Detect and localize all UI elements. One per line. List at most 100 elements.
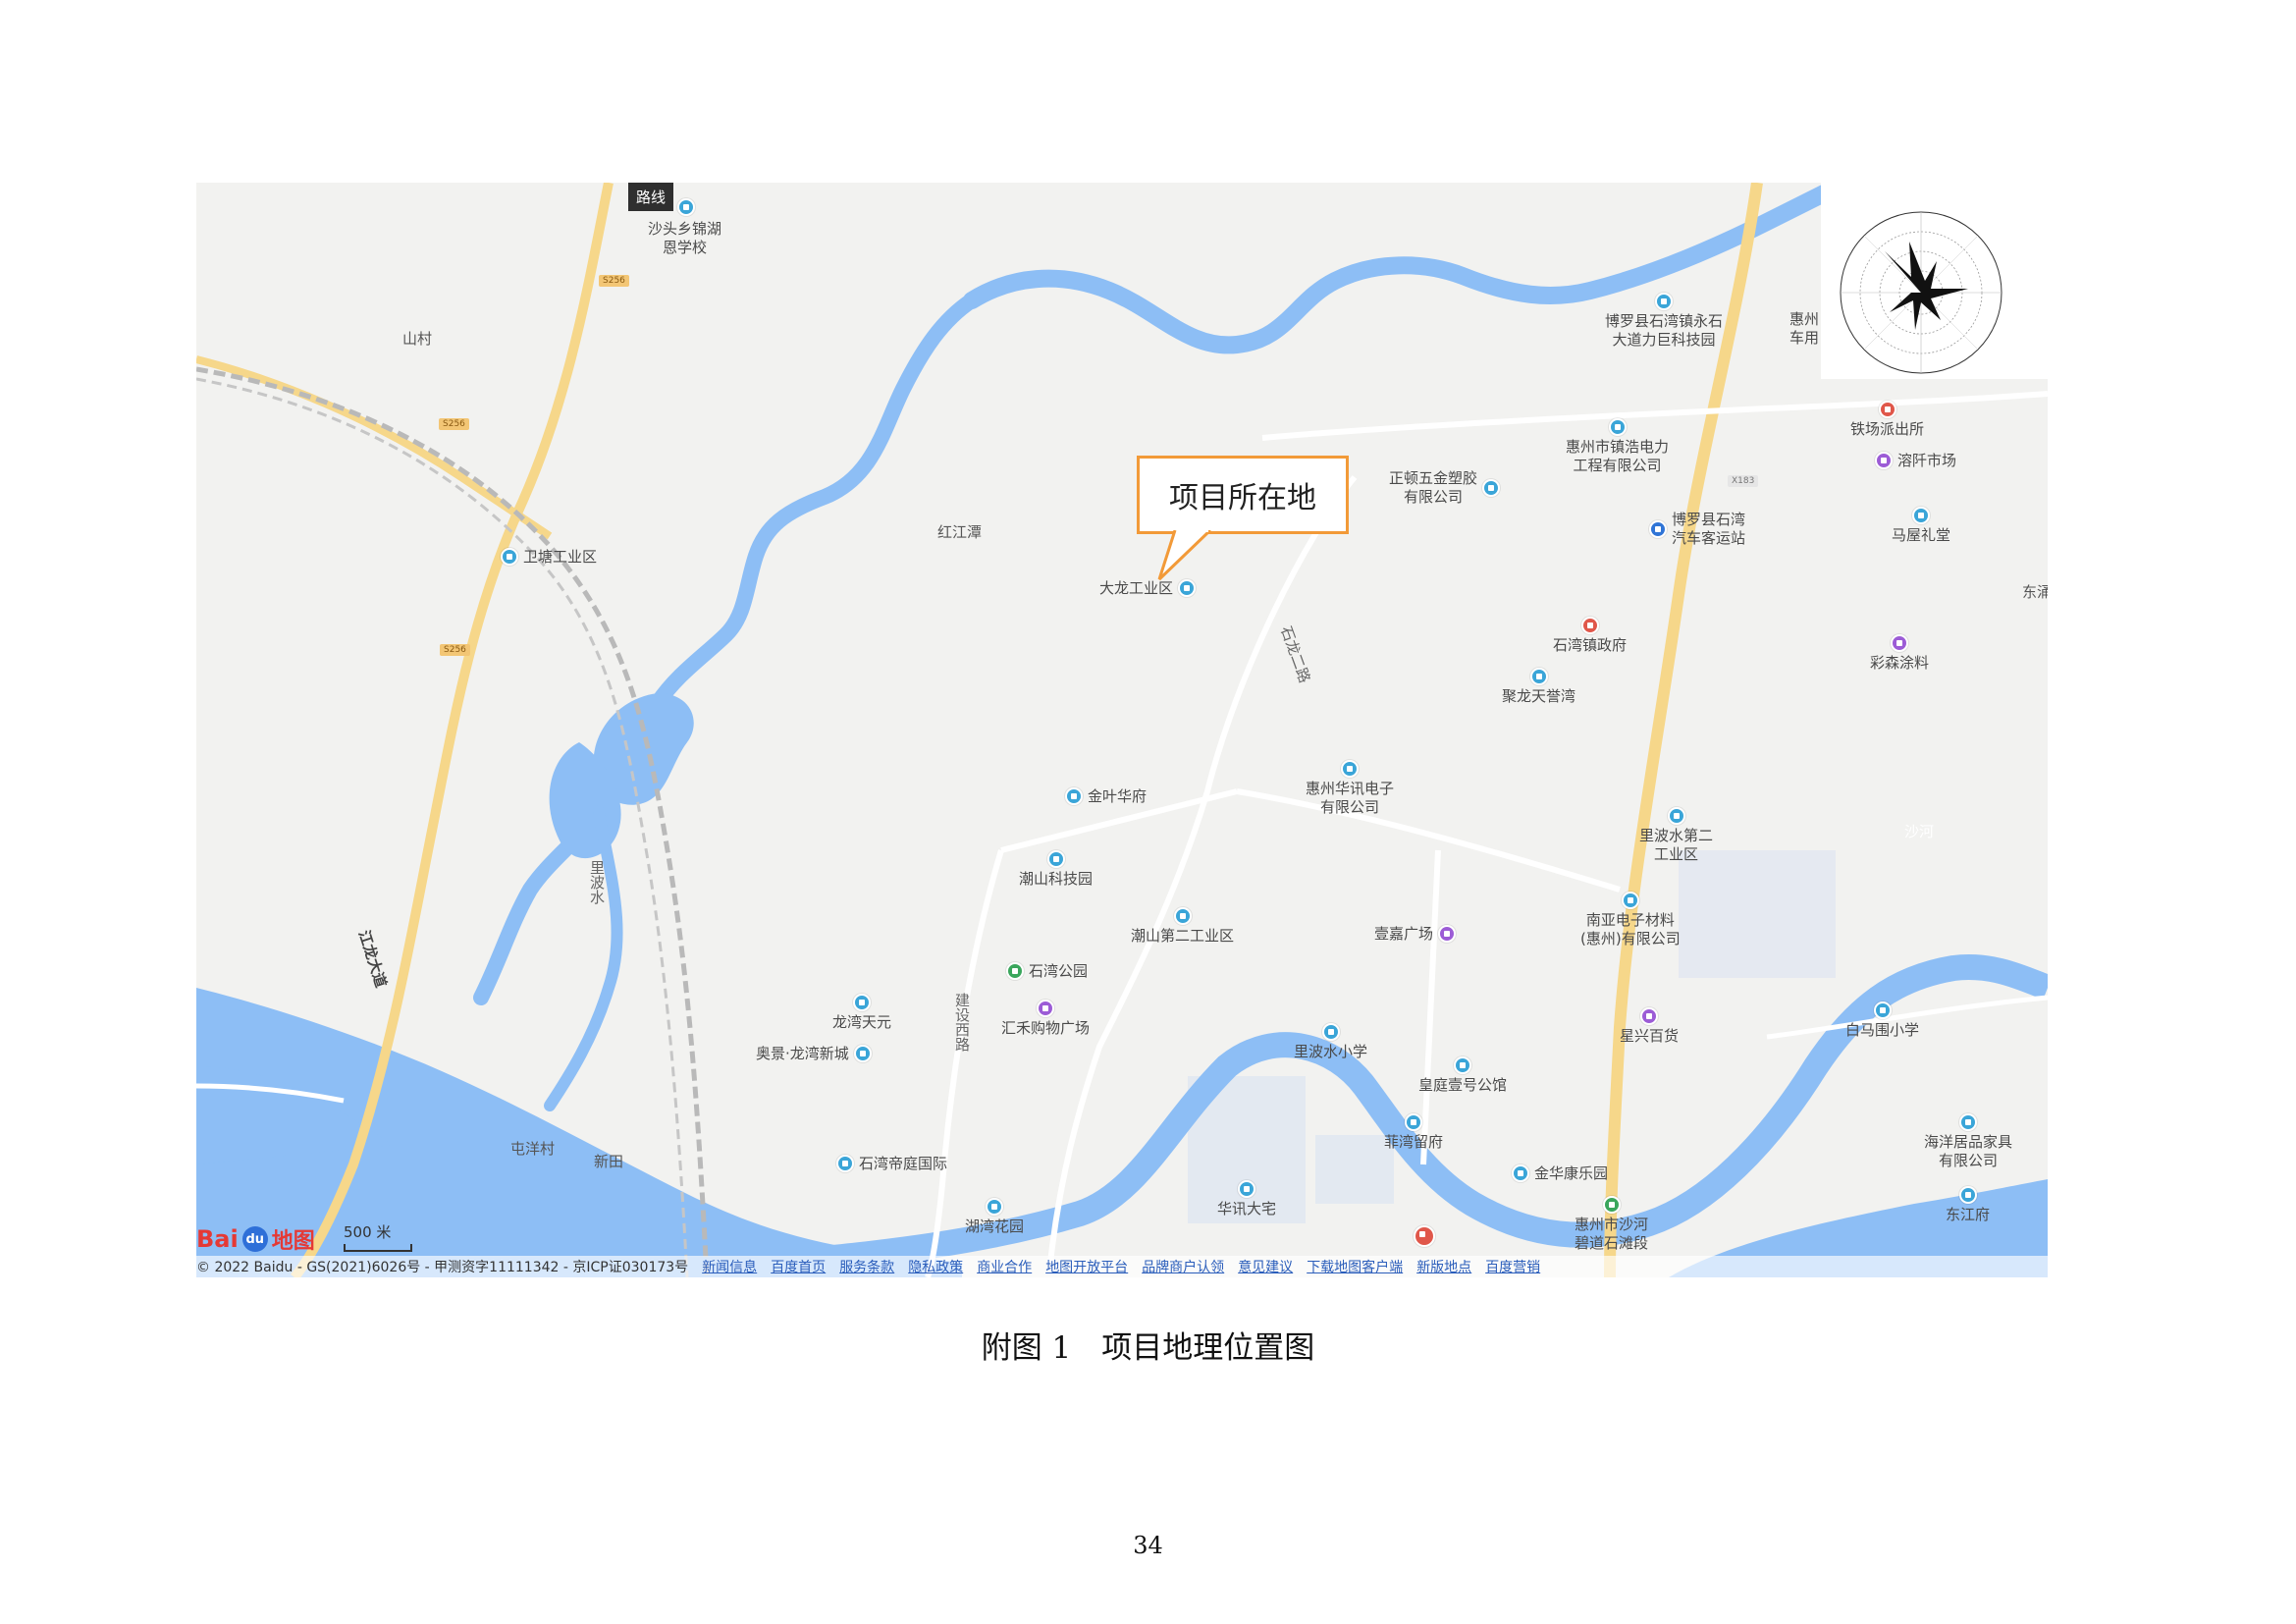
callout-pointer xyxy=(1157,530,1212,581)
park-icon xyxy=(1602,1196,1621,1214)
building-icon xyxy=(1655,293,1673,310)
building-icon xyxy=(1912,507,1930,524)
road-shield: S256 xyxy=(440,644,470,656)
footer-link[interactable]: 新闻信息 xyxy=(702,1257,757,1276)
poi-residence[interactable]: 菲湾留府 xyxy=(1384,1113,1443,1152)
school-icon xyxy=(677,198,695,216)
building-icon xyxy=(1959,1113,1977,1131)
poi-company[interactable]: 海洋居品家具 有限公司 xyxy=(1924,1113,2012,1170)
bus-icon xyxy=(1649,519,1667,538)
school-icon xyxy=(1873,1001,1892,1019)
poi-residence[interactable]: 石湾帝庭国际 xyxy=(836,1155,947,1173)
industrial-zone xyxy=(1679,850,1836,978)
hospital-icon[interactable] xyxy=(1414,1225,1435,1247)
building-icon xyxy=(1238,1180,1255,1198)
poi-residence[interactable]: 金华康乐园 xyxy=(1512,1164,1608,1183)
road-shield: S256 xyxy=(439,418,469,430)
project-location-callout: 项目所在地 xyxy=(1137,456,1349,534)
poi-tech-park[interactable]: 潮山科技园 xyxy=(1019,850,1093,889)
baidu-paw-icon: du xyxy=(241,1226,268,1252)
footer-link[interactable]: 百度首页 xyxy=(771,1257,826,1276)
building-icon xyxy=(1891,634,1908,652)
poi-industrial[interactable]: 卫塘工业区 xyxy=(501,548,597,567)
scale-bar-line xyxy=(344,1244,412,1252)
footer-link[interactable]: 商业合作 xyxy=(977,1257,1032,1276)
poi-residence[interactable]: 华讯大宅 xyxy=(1217,1180,1276,1218)
footer-link[interactable]: 百度营销 xyxy=(1485,1257,1540,1276)
shopping-icon xyxy=(1438,925,1457,944)
building-icon xyxy=(1512,1164,1529,1183)
poi-residence[interactable]: 皇庭壹号公馆 xyxy=(1418,1056,1507,1095)
building-icon xyxy=(1046,850,1065,868)
place-label: 红江潭 xyxy=(937,523,983,541)
place-label: 新田 xyxy=(594,1153,624,1170)
footer-link[interactable]: 下载地图客户端 xyxy=(1307,1257,1403,1276)
building-icon xyxy=(986,1198,1003,1216)
poi-residence[interactable]: 东江府 xyxy=(1946,1186,1990,1224)
poi-greenway[interactable]: 惠州市沙河 碧道石滩段 xyxy=(1575,1196,1648,1253)
poi-bus-station[interactable]: 博罗县石湾 汽车客运站 xyxy=(1649,511,1745,548)
poi-tech-park[interactable]: 博罗县石湾镇永石 大道力巨科技园 xyxy=(1605,293,1723,350)
poi-plaza[interactable]: 壹嘉广场 xyxy=(1374,925,1457,944)
building-icon xyxy=(1482,478,1501,497)
road-shield: X183 xyxy=(1728,475,1759,487)
place-label: 东涌 xyxy=(2022,583,2048,601)
building-icon xyxy=(1621,892,1639,909)
road-shield: S256 xyxy=(599,275,629,287)
shopping-icon xyxy=(1037,1000,1054,1017)
footer-link[interactable]: 隐私政策 xyxy=(908,1257,963,1276)
poi-company[interactable]: 正顿五金塑胶 有限公司 xyxy=(1389,469,1501,507)
map-base-layer xyxy=(196,183,2048,1277)
shopping-icon xyxy=(1640,1007,1658,1025)
poi-school[interactable]: 沙头乡锦湖 恩学校 xyxy=(648,198,721,257)
place-label: 屯洋村 xyxy=(510,1140,556,1158)
shopping-icon xyxy=(1875,452,1893,470)
map-footer: © 2022 Baidu - GS(2021)6026号 - 甲测资字11111… xyxy=(196,1256,2048,1277)
building-icon xyxy=(1405,1113,1422,1131)
building-icon xyxy=(1341,760,1359,778)
map-image: S256 X183 S256 S256 路线 江龙大道 建设西路 里波水 沙河 … xyxy=(196,183,2048,1277)
footer-link[interactable]: 服务条款 xyxy=(839,1257,894,1276)
poi-industrial[interactable]: 里波水第二 工业区 xyxy=(1639,807,1713,864)
poi-company[interactable]: 惠州市镇浩电力 工程有限公司 xyxy=(1566,418,1669,475)
wind-rose-icon xyxy=(1840,211,2002,374)
road-label-jianshexi: 建设西路 xyxy=(953,993,971,1052)
poi-company[interactable]: 南亚电子材料 (惠州)有限公司 xyxy=(1580,892,1681,948)
building-icon xyxy=(1608,418,1627,436)
poi-mall[interactable]: 汇禾购物广场 xyxy=(1001,1000,1090,1038)
poi-company[interactable]: 惠州 车用 xyxy=(1789,310,1819,348)
poi-company[interactable]: 惠州华讯电子 有限公司 xyxy=(1306,760,1394,817)
poi-industrial[interactable]: 潮山第二工业区 xyxy=(1131,907,1234,946)
poi-residence[interactable]: 湖湾花园 xyxy=(965,1198,1024,1236)
poi-police[interactable]: 铁场派出所 xyxy=(1850,401,1924,439)
footer-link[interactable]: 意见建议 xyxy=(1238,1257,1293,1276)
place-label: 山村 xyxy=(402,330,433,348)
building-icon xyxy=(501,548,518,567)
poi-park[interactable]: 石湾公园 xyxy=(1006,962,1088,981)
footer-link[interactable]: 新版地点 xyxy=(1416,1257,1471,1276)
poi-residence[interactable]: 龙湾天元 xyxy=(832,994,891,1032)
building-icon xyxy=(853,1045,872,1063)
footer-link[interactable]: 地图开放平台 xyxy=(1045,1257,1128,1276)
building-icon xyxy=(1529,668,1548,685)
figure-caption: 附图 1 项目地理位置图 xyxy=(981,1330,1315,1366)
river-label-shahe: 沙河 xyxy=(1904,823,1935,840)
poi-residence[interactable]: 金叶华府 xyxy=(1065,787,1147,806)
poi-government[interactable]: 石湾镇政府 xyxy=(1553,617,1627,655)
poi-store[interactable]: 星兴百货 xyxy=(1620,1007,1679,1046)
building-icon xyxy=(1667,807,1685,825)
footer-link[interactable]: 品牌商户认领 xyxy=(1142,1257,1224,1276)
page-number: 34 xyxy=(1133,1532,1163,1559)
poi-company[interactable]: 彩森涂料 xyxy=(1870,634,1929,673)
road-label-libo: 里波水 xyxy=(588,860,606,904)
poi-school[interactable]: 白马围小学 xyxy=(1845,1001,1919,1040)
poi-residence[interactable]: 奥景·龙湾新城 xyxy=(756,1045,872,1063)
poi-market[interactable]: 溶阡市场 xyxy=(1875,452,1956,470)
building-icon xyxy=(1454,1056,1471,1074)
baidu-map-logo: Bai du 地图 xyxy=(196,1225,315,1254)
poi-school[interactable]: 里波水小学 xyxy=(1294,1023,1367,1061)
poi-hall[interactable]: 马屋礼堂 xyxy=(1892,507,1950,545)
road-secondary xyxy=(1236,788,1621,893)
building-icon xyxy=(1065,787,1083,806)
poi-residence[interactable]: 聚龙天誉湾 xyxy=(1502,668,1575,706)
